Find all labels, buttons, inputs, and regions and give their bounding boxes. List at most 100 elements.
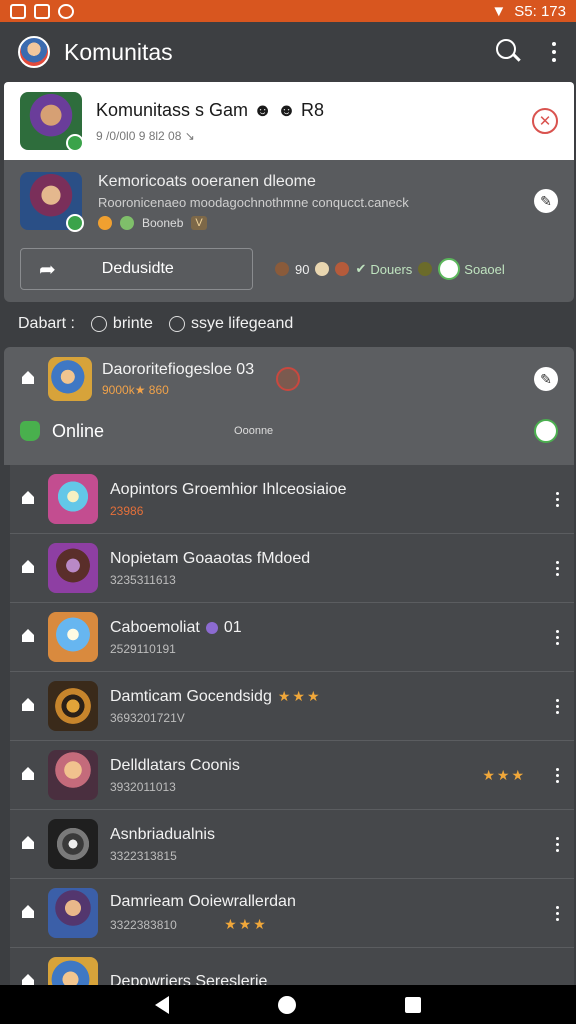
gem-icon bbox=[205, 621, 218, 634]
tag-box: V bbox=[191, 215, 207, 230]
list-item-title: Damrieam Ooiewrallerdan bbox=[110, 893, 554, 911]
close-icon[interactable]: ✕ bbox=[532, 108, 558, 134]
list-item-title-text: Aopintors Groemhior Ihlceosiaioe bbox=[110, 480, 347, 498]
section-header-row[interactable]: Daororitefiogesloe 03 9000k★ 860 ✎ bbox=[4, 347, 574, 401]
home-button-icon[interactable] bbox=[277, 995, 296, 1014]
list-item-title: Delldlatars Coonis bbox=[110, 757, 482, 775]
game-icon bbox=[48, 819, 98, 869]
game-icon bbox=[48, 612, 98, 662]
chip-pill[interactable]: Soaoel bbox=[438, 258, 505, 280]
details-card: Kemoricoats ooeranen dleome Rooronicenae… bbox=[4, 160, 574, 302]
player-avatar-icon bbox=[335, 262, 350, 276]
more-vert-icon[interactable] bbox=[554, 491, 560, 507]
list-item-subtitle: 3235311613 bbox=[110, 572, 176, 587]
list-item-title-text: Nopietam Goaaotas fMdoed bbox=[110, 549, 311, 567]
player-avatar-icon bbox=[275, 262, 289, 276]
section-title: Daororitefiogesloe 03 bbox=[102, 361, 255, 378]
filter-chip-2-label: ssye lifegeand bbox=[190, 315, 294, 332]
share-button-label: Dedusidte bbox=[101, 260, 174, 277]
details-title: Kemoricoats ooeranen dleome bbox=[98, 172, 316, 190]
radio-icon bbox=[168, 316, 185, 332]
rating-stars: ★★★ bbox=[277, 688, 322, 704]
featured-game-card[interactable]: Komunitass s Gam ☻ ☻ R8 9 /0/0l0 9 8l2 0… bbox=[4, 82, 574, 160]
status-bar: ▼ S5: 173 bbox=[0, 0, 576, 22]
list-item[interactable]: Nopietam Goaaotas fMdoed 3235311613 bbox=[10, 534, 574, 603]
home-icon bbox=[22, 371, 34, 384]
list-item-title-text: Damrieam Ooiewrallerdan bbox=[110, 893, 296, 910]
more-vert-icon[interactable] bbox=[554, 629, 560, 645]
notification-icon bbox=[10, 3, 26, 19]
game-icon bbox=[48, 474, 98, 524]
status-bar-left-icons bbox=[10, 3, 74, 19]
list-item-subtitle: 3932011013 bbox=[110, 779, 176, 794]
avatar[interactable] bbox=[18, 36, 50, 68]
home-icon bbox=[22, 698, 34, 711]
list-item-text: Damrieam Ooiewrallerdan 3322383810 ★★★ bbox=[110, 893, 554, 933]
page-title: Komunitas bbox=[64, 38, 173, 65]
details-tags: Booneb V bbox=[98, 215, 534, 230]
filter-bar: Dabart : brinte ssye lifegeand bbox=[0, 306, 576, 342]
list-item-subtitle: 23986 bbox=[110, 503, 144, 518]
game-icon bbox=[48, 750, 98, 800]
edit-icon[interactable]: ✎ bbox=[534, 367, 558, 391]
list-item-subtitle: 2529110191 bbox=[110, 641, 176, 656]
chip-count: 90 bbox=[295, 261, 310, 277]
emoji-icon bbox=[120, 215, 134, 230]
home-icon bbox=[22, 560, 34, 573]
more-vert-icon[interactable] bbox=[554, 560, 560, 576]
list-item-text: Depowriers Sereslerie bbox=[110, 973, 560, 985]
more-vert-icon[interactable] bbox=[554, 698, 560, 714]
list-item-text: Aopintors Groemhior Ihlceosiaioe 23986 bbox=[110, 481, 554, 518]
wifi-icon: ▼ bbox=[491, 2, 507, 20]
details-chips: 90 ✔ Douers Soaoel bbox=[275, 258, 505, 280]
game-icon bbox=[48, 957, 98, 985]
games-list: Aopintors Groemhior Ihlceosiaioe 23986 N… bbox=[10, 465, 574, 985]
featured-emoji: ☻ ☻ R8 bbox=[253, 99, 324, 120]
rating-stars: ★★★ bbox=[224, 916, 268, 932]
share-button[interactable]: ➦ Dedusidte bbox=[20, 248, 253, 290]
verified-badge-icon bbox=[66, 134, 84, 152]
search-icon[interactable] bbox=[494, 37, 524, 67]
game-icon bbox=[48, 543, 98, 593]
more-vert-icon[interactable] bbox=[554, 905, 560, 921]
edit-icon[interactable]: ✎ bbox=[534, 189, 558, 213]
list-item-title: Caboemoliat 01 bbox=[110, 619, 554, 637]
list-item-title: Damticam Gocendsidg ★★★ bbox=[110, 688, 554, 706]
online-count: Ooonne bbox=[234, 425, 274, 437]
featured-text: Komunitass s Gam ☻ ☻ R8 9 /0/0l0 9 8l2 0… bbox=[96, 100, 532, 143]
list-item[interactable]: Aopintors Groemhior Ihlceosiaioe 23986 bbox=[10, 465, 574, 534]
list-item-title-text: Delldlatars Coonis bbox=[110, 756, 240, 774]
list-item[interactable]: Damticam Gocendsidg ★★★ 3693201721V bbox=[10, 672, 574, 741]
details-description: Rooronicenaeo moodagochnothmne conqucct.… bbox=[98, 194, 409, 210]
filter-chip-1[interactable]: brinte bbox=[90, 315, 153, 333]
list-item-title-text: Caboemoliat bbox=[110, 618, 200, 636]
tag-label: Booneb bbox=[142, 215, 184, 230]
list-item[interactable]: Asnbriadualnis 3322313815 bbox=[10, 810, 574, 879]
more-vert-icon[interactable] bbox=[554, 767, 560, 783]
game-icon bbox=[48, 681, 98, 731]
list-item-extra: 01 bbox=[223, 618, 242, 636]
featured-title-text: Komunitass s Gam bbox=[96, 99, 249, 120]
list-item-text: Asnbriadualnis 3322313815 bbox=[110, 826, 554, 863]
recent-apps-icon[interactable] bbox=[405, 996, 422, 1013]
leaf-icon[interactable] bbox=[534, 419, 558, 443]
filter-chip-1-label: brinte bbox=[112, 315, 153, 332]
list-item-title: Asnbriadualnis bbox=[110, 826, 554, 844]
list-item-title: Nopietam Goaaotas fMdoed bbox=[110, 550, 554, 568]
list-item[interactable]: Damrieam Ooiewrallerdan 3322383810 ★★★ bbox=[10, 879, 574, 948]
filter-chip-2[interactable]: ssye lifegeand bbox=[168, 315, 294, 333]
back-icon[interactable] bbox=[154, 995, 169, 1014]
list-item-subtitle: 3322383810 ★★★ bbox=[110, 916, 554, 933]
list-item[interactable]: Depowriers Sereslerie bbox=[10, 948, 574, 985]
home-icon bbox=[22, 629, 34, 642]
more-vert-icon[interactable] bbox=[550, 42, 558, 62]
featured-meta: 9 /0/0l0 9 8l2 08 ↘ bbox=[96, 128, 195, 143]
chip-pill-label: Soaoel bbox=[464, 261, 505, 277]
list-item[interactable]: Caboemoliat 01 2529110191 bbox=[10, 603, 574, 672]
section-subtitle: 9000k★ 860 bbox=[102, 383, 169, 397]
game-icon bbox=[48, 357, 92, 401]
more-vert-icon[interactable] bbox=[554, 836, 560, 852]
record-icon bbox=[276, 367, 301, 391]
chip-green[interactable]: ✔ Douers bbox=[355, 261, 412, 277]
list-item[interactable]: Delldlatars Coonis 3932011013 ★★★ bbox=[10, 741, 574, 810]
